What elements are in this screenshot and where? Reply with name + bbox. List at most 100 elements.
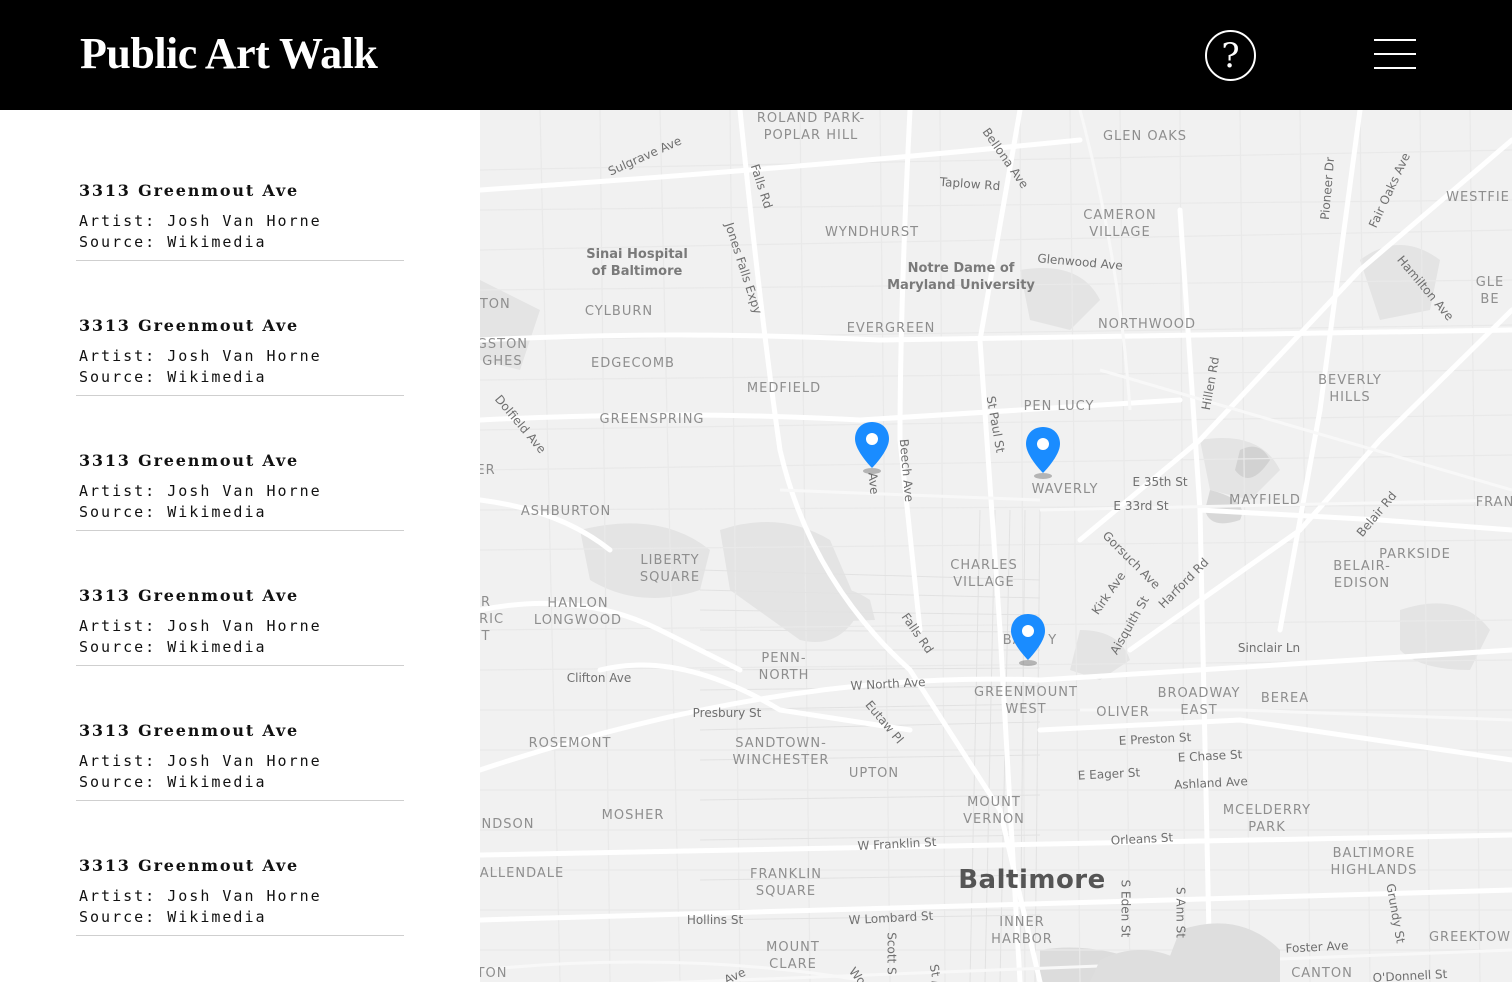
neighborhood-label: CANTON	[1291, 966, 1353, 981]
app-header: Public Art Walk ?	[0, 0, 1512, 110]
menu-button[interactable]	[1374, 39, 1416, 69]
neighborhood-label: BELAIR- EDISON	[1333, 559, 1391, 591]
neighborhood-label: MOUNT CLARE	[766, 940, 820, 972]
street-label: Clifton Ave	[566, 671, 632, 685]
artwork-title: 3313 Greenmout Ave	[79, 721, 300, 740]
neighborhood-label: ROSEMONT	[528, 736, 612, 751]
list-item[interactable]: 3313 Greenmout Ave Artist: Josh Van Horn…	[76, 666, 404, 801]
neighborhood-label: LIBERTY SQUARE	[639, 553, 701, 585]
artwork-artist: Artist: Josh Van Horne	[79, 887, 322, 905]
list-item[interactable]: 3313 Greenmout Ave Artist: Josh Van Horn…	[76, 531, 404, 666]
artwork-source: Source: Wikimedia	[79, 908, 267, 926]
list-item[interactable]: 3313 Greenmout Ave Artist: Josh Van Horn…	[76, 396, 404, 531]
artwork-source: Source: Wikimedia	[79, 233, 267, 251]
neighborhood-label: MAYFIELD	[1229, 493, 1301, 508]
street-label: E 35th St	[1132, 475, 1188, 489]
question-mark-icon: ?	[1221, 35, 1240, 76]
map-pin-icon[interactable]	[1008, 612, 1048, 668]
neighborhood-label: MOUNT VERNON	[963, 795, 1025, 827]
street-label: S Eden St	[1118, 879, 1133, 938]
neighborhood-label: INNER HARBOR	[991, 915, 1053, 947]
neighborhood-label: GLEN OAKS	[1102, 129, 1188, 144]
neighborhood-label: IGSTON IGHES	[480, 337, 529, 369]
artwork-artist: Artist: Josh Van Horne	[79, 212, 322, 230]
artwork-artist: Artist: Josh Van Horne	[79, 752, 322, 770]
hamburger-menu-icon	[1374, 39, 1416, 41]
artwork-source: Source: Wikimedia	[79, 638, 267, 656]
neighborhood-label: EVERGREEN	[846, 321, 936, 336]
neighborhood-label: FRAN	[1475, 495, 1512, 510]
map-pin-icon[interactable]	[1023, 425, 1063, 481]
neighborhood-label: MOSHER	[601, 808, 665, 823]
neighborhood-label: WYNDHURST	[824, 225, 920, 240]
neighborhood-label: GREEKTOW	[1428, 930, 1512, 945]
place-label: Sinai Hospital of Baltimore	[586, 247, 688, 279]
neighborhood-label: BEVERLY HILLS	[1318, 373, 1382, 405]
neighborhood-label: ER	[480, 463, 496, 478]
artwork-title: 3313 Greenmout Ave	[79, 181, 300, 200]
place-label: Notre Dame of Maryland University	[887, 261, 1035, 293]
help-button[interactable]: ?	[1205, 30, 1256, 81]
street-label: E 33rd St	[1113, 499, 1169, 513]
neighborhood-label: FRANKLIN SQUARE	[750, 867, 822, 899]
artwork-artist: Artist: Josh Van Horne	[79, 347, 322, 365]
street-label: O'Donnell St	[1372, 967, 1448, 982]
neighborhood-label: NDSON	[481, 817, 535, 832]
list-item[interactable]: 3313 Greenmout Ave Artist: Josh Van Horn…	[76, 126, 404, 261]
neighborhood-label: SANDTOWN- WINCHESTER	[732, 736, 830, 768]
neighborhood-label: ALLENDALE	[480, 866, 565, 881]
neighborhood-label: BEREA	[1260, 691, 1310, 706]
neighborhood-label: PEN LUCY	[1023, 399, 1095, 414]
artwork-title: 3313 Greenmout Ave	[79, 316, 300, 335]
street-label: Hollins St	[686, 913, 744, 927]
map-view[interactable]: ROLAND PARK- POPLAR HILL GLEN OAKS WYNDHUR…	[480, 110, 1512, 982]
street-label: E Chase St	[1177, 747, 1243, 765]
street-label: Foster Ave	[1285, 938, 1349, 956]
map-pin-icon[interactable]	[852, 420, 892, 476]
neighborhood-label: PARKSIDE	[1379, 547, 1451, 562]
neighborhood-label: CYLBURN	[584, 304, 654, 319]
neighborhood-label: BALTIMORE HIGHLANDS	[1330, 846, 1418, 878]
street-label: Orleans St	[1110, 830, 1174, 848]
list-item[interactable]: 3313 Greenmout Ave Artist: Josh Van Horn…	[76, 801, 404, 936]
list-item[interactable]: 3313 Greenmout Ave Artist: Josh Van Horn…	[76, 261, 404, 396]
artwork-title: 3313 Greenmout Ave	[79, 856, 300, 875]
neighborhood-label: CHARLES VILLAGE	[950, 558, 1018, 590]
neighborhood-label: GREENMOUNT WEST	[974, 685, 1078, 717]
neighborhood-label: R ORIC T	[480, 595, 505, 644]
city-label: Baltimore	[958, 865, 1106, 895]
artwork-list[interactable]: 3313 Greenmout Ave Artist: Josh Van Horn…	[0, 110, 480, 982]
neighborhood-label: UPTON	[848, 766, 900, 781]
app-title[interactable]: Public Art Walk	[80, 28, 378, 80]
neighborhood-label: MEDFIELD	[746, 381, 822, 396]
neighborhood-label: HANLON LONGWOOD	[533, 596, 623, 628]
neighborhood-label: GLE BE	[1475, 275, 1505, 307]
neighborhood-label: CAMERON VILLAGE	[1083, 208, 1157, 240]
neighborhood-label: OLIVER	[1096, 705, 1150, 720]
street-label: S Ann St	[1173, 887, 1188, 938]
neighborhood-label: GREENSPRING	[599, 412, 705, 427]
neighborhood-label: PENN- NORTH	[758, 651, 810, 683]
neighborhood-label: MCELDERRY PARK	[1222, 803, 1312, 835]
artwork-source: Source: Wikimedia	[79, 773, 267, 791]
neighborhood-label: WESTFIE	[1446, 190, 1510, 205]
neighborhood-label: ASHBURTON	[520, 504, 612, 519]
artwork-title: 3313 Greenmout Ave	[79, 451, 300, 470]
artwork-title: 3313 Greenmout Ave	[79, 586, 300, 605]
street-label: Sinclair Ln	[1237, 641, 1301, 655]
neighborhood-label: GTON	[480, 297, 511, 312]
neighborhood-label: NORTHWOOD	[1097, 317, 1197, 332]
artwork-artist: Artist: Josh Van Horne	[79, 482, 322, 500]
neighborhood-label: BROADWAY EAST	[1157, 686, 1241, 718]
neighborhood-label: EDGECOMB	[591, 356, 675, 371]
street-label: Scott S	[884, 932, 899, 975]
neighborhood-label: ROLAND PARK- POPLAR HILL	[756, 111, 866, 143]
street-label: E Eager St	[1077, 765, 1141, 783]
street-label: St /	[926, 963, 945, 982]
artwork-source: Source: Wikimedia	[79, 368, 267, 386]
street-label: Presbury St	[692, 706, 762, 720]
neighborhood-label: TON	[480, 966, 508, 981]
artwork-artist: Artist: Josh Van Horne	[79, 617, 322, 635]
neighborhood-label: WAVERLY	[1031, 482, 1099, 497]
artwork-source: Source: Wikimedia	[79, 503, 267, 521]
